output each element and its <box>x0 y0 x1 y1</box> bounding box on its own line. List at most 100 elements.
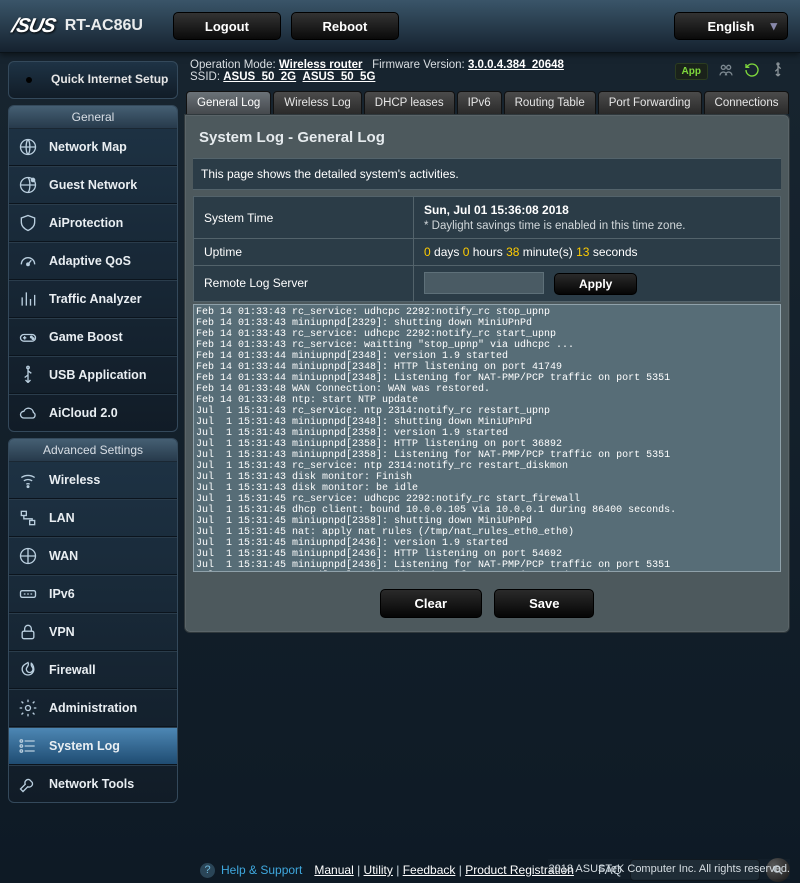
model-name: RT-AC86U <box>65 17 143 35</box>
clients-icon[interactable] <box>718 62 734 81</box>
sidebar-item-aiprotection[interactable]: AiProtection <box>9 204 177 242</box>
sidebar-item-network-map[interactable]: Network Map <box>9 129 177 166</box>
list-icon <box>17 735 39 757</box>
sidebar-item-ipv6[interactable]: IPv6 <box>9 575 177 613</box>
advanced-header: Advanced Settings <box>9 439 177 462</box>
panel-description: This page shows the detailed system's ac… <box>193 158 781 190</box>
menu-label: VPN <box>49 625 75 639</box>
system-time-cell: Sun, Jul 01 15:36:08 2018 * Daylight sav… <box>414 197 781 239</box>
lan-icon <box>17 507 39 529</box>
language-label: English <box>708 19 755 34</box>
menu-label: Network Tools <box>49 777 134 791</box>
status-icons: App <box>675 62 790 81</box>
menu-label: LAN <box>49 511 75 525</box>
menu-label: AiCloud 2.0 <box>49 406 118 420</box>
sidebar-item-system-log[interactable]: System Log <box>9 727 177 765</box>
operation-mode-link[interactable]: Wireless router <box>279 59 363 71</box>
general-menu: General Network MapGuest NetworkAiProtec… <box>8 105 178 432</box>
sidebar: Quick Internet Setup General Network Map… <box>0 53 184 848</box>
gamepad-icon <box>17 326 39 348</box>
menu-label: AiProtection <box>49 216 123 230</box>
feedback-link[interactable]: Feedback <box>403 863 456 877</box>
tab-port-forwarding[interactable]: Port Forwarding <box>598 91 702 114</box>
menu-label: Game Boost <box>49 330 123 344</box>
tab-wireless-log[interactable]: Wireless Log <box>273 91 361 114</box>
ssid-2g-link[interactable]: ASUS_50_2G <box>223 71 296 83</box>
menu-label: Guest Network <box>49 178 137 192</box>
sidebar-item-adaptive-qos[interactable]: Adaptive QoS <box>9 242 177 280</box>
menu-label: Traffic Analyzer <box>49 292 142 306</box>
sidebar-item-firewall[interactable]: Firewall <box>9 651 177 689</box>
asus-logo: /SUS <box>10 15 58 38</box>
sidebar-item-guest-network[interactable]: Guest Network <box>9 166 177 204</box>
tab-ipv6[interactable]: IPv6 <box>457 91 502 114</box>
content: Operation Mode: Wireless router Firmware… <box>184 53 800 848</box>
sidebar-item-vpn[interactable]: VPN <box>9 613 177 651</box>
sidebar-item-wan[interactable]: WAN <box>9 537 177 575</box>
tab-dhcp-leases[interactable]: DHCP leases <box>364 91 455 114</box>
operation-mode-line: Operation Mode: Wireless router Firmware… <box>184 59 564 71</box>
wifi-icon <box>17 469 39 491</box>
firmware-version-link[interactable]: 3.0.0.4.384_20648 <box>468 59 564 71</box>
menu-label: IPv6 <box>49 587 75 601</box>
clear-button[interactable]: Clear <box>380 589 483 618</box>
utility-link[interactable]: Utility <box>364 863 393 877</box>
sidebar-item-traffic-analyzer[interactable]: Traffic Analyzer <box>9 280 177 318</box>
menu-label: Firewall <box>49 663 96 677</box>
cloud-icon <box>17 402 39 424</box>
remote-log-input[interactable] <box>424 272 544 294</box>
quick-internet-setup[interactable]: Quick Internet Setup <box>8 61 178 99</box>
shield-icon <box>17 212 39 234</box>
ipv6-icon <box>17 583 39 605</box>
info-table: System Time Sun, Jul 01 15:36:08 2018 * … <box>193 196 781 302</box>
sidebar-item-game-boost[interactable]: Game Boost <box>9 318 177 356</box>
save-button[interactable]: Save <box>494 589 594 618</box>
menu-label: USB Application <box>49 368 146 382</box>
ssid-5g-link[interactable]: ASUS_50_5G <box>303 71 376 83</box>
log-textarea[interactable]: Feb 14 01:33:43 rc_service: udhcpc 2292:… <box>193 304 781 572</box>
remote-log-label: Remote Log Server <box>194 266 414 302</box>
menu-label: System Log <box>49 739 120 753</box>
tab-connections[interactable]: Connections <box>704 91 790 114</box>
tab-general-log[interactable]: General Log <box>186 91 271 114</box>
log-panel: System Log - General Log This page shows… <box>184 114 790 633</box>
reboot-button[interactable]: Reboot <box>291 12 399 40</box>
topbar: /SUS RT-AC86U Logout Reboot English <box>0 0 800 53</box>
app-badge[interactable]: App <box>675 63 708 80</box>
globe-icon <box>17 136 39 158</box>
sidebar-item-lan[interactable]: LAN <box>9 499 177 537</box>
logout-button[interactable]: Logout <box>173 12 281 40</box>
sidebar-item-wireless[interactable]: Wireless <box>9 462 177 499</box>
system-time-value: Sun, Jul 01 15:36:08 2018 <box>424 203 770 217</box>
menu-label: Network Map <box>49 140 127 154</box>
globe-dot-icon <box>17 174 39 196</box>
copyright: 2018 ASUSTeK Computer Inc. All rights re… <box>548 859 790 879</box>
uptime-cell: 0 days 0 hours 38 minute(s) 13 seconds <box>414 239 781 266</box>
bars-icon <box>17 288 39 310</box>
help-support-link[interactable]: Help & Support <box>221 863 302 877</box>
manual-link[interactable]: Manual <box>314 863 353 877</box>
vpn-icon <box>17 621 39 643</box>
sidebar-item-usb-application[interactable]: USB Application <box>9 356 177 394</box>
usb-icon[interactable] <box>770 62 786 81</box>
qis-label: Quick Internet Setup <box>51 73 168 87</box>
advanced-menu: Advanced Settings Wireless LAN WAN IPv6 VPN F… <box>8 438 178 803</box>
tab-routing-table[interactable]: Routing Table <box>504 91 596 114</box>
wan-icon <box>17 545 39 567</box>
uptime-label: Uptime <box>194 239 414 266</box>
fire-icon <box>17 659 39 681</box>
language-dropdown[interactable]: English <box>674 12 788 40</box>
sidebar-item-aicloud-2-0[interactable]: AiCloud 2.0 <box>9 394 177 431</box>
system-time-label: System Time <box>194 197 414 239</box>
sidebar-item-network-tools[interactable]: Network Tools <box>9 765 177 802</box>
gear-icon <box>17 697 39 719</box>
menu-label: WAN <box>49 549 78 563</box>
usb-icon <box>17 364 39 386</box>
panel-title: System Log - General Log <box>193 123 781 158</box>
refresh-icon[interactable] <box>744 62 760 81</box>
wrench-icon <box>17 773 39 795</box>
sidebar-item-administration[interactable]: Administration <box>9 689 177 727</box>
ssid-line: SSID: ASUS_50_2G ASUS_50_5G <box>184 71 564 83</box>
menu-label: Wireless <box>49 473 100 487</box>
apply-button[interactable]: Apply <box>554 273 637 295</box>
